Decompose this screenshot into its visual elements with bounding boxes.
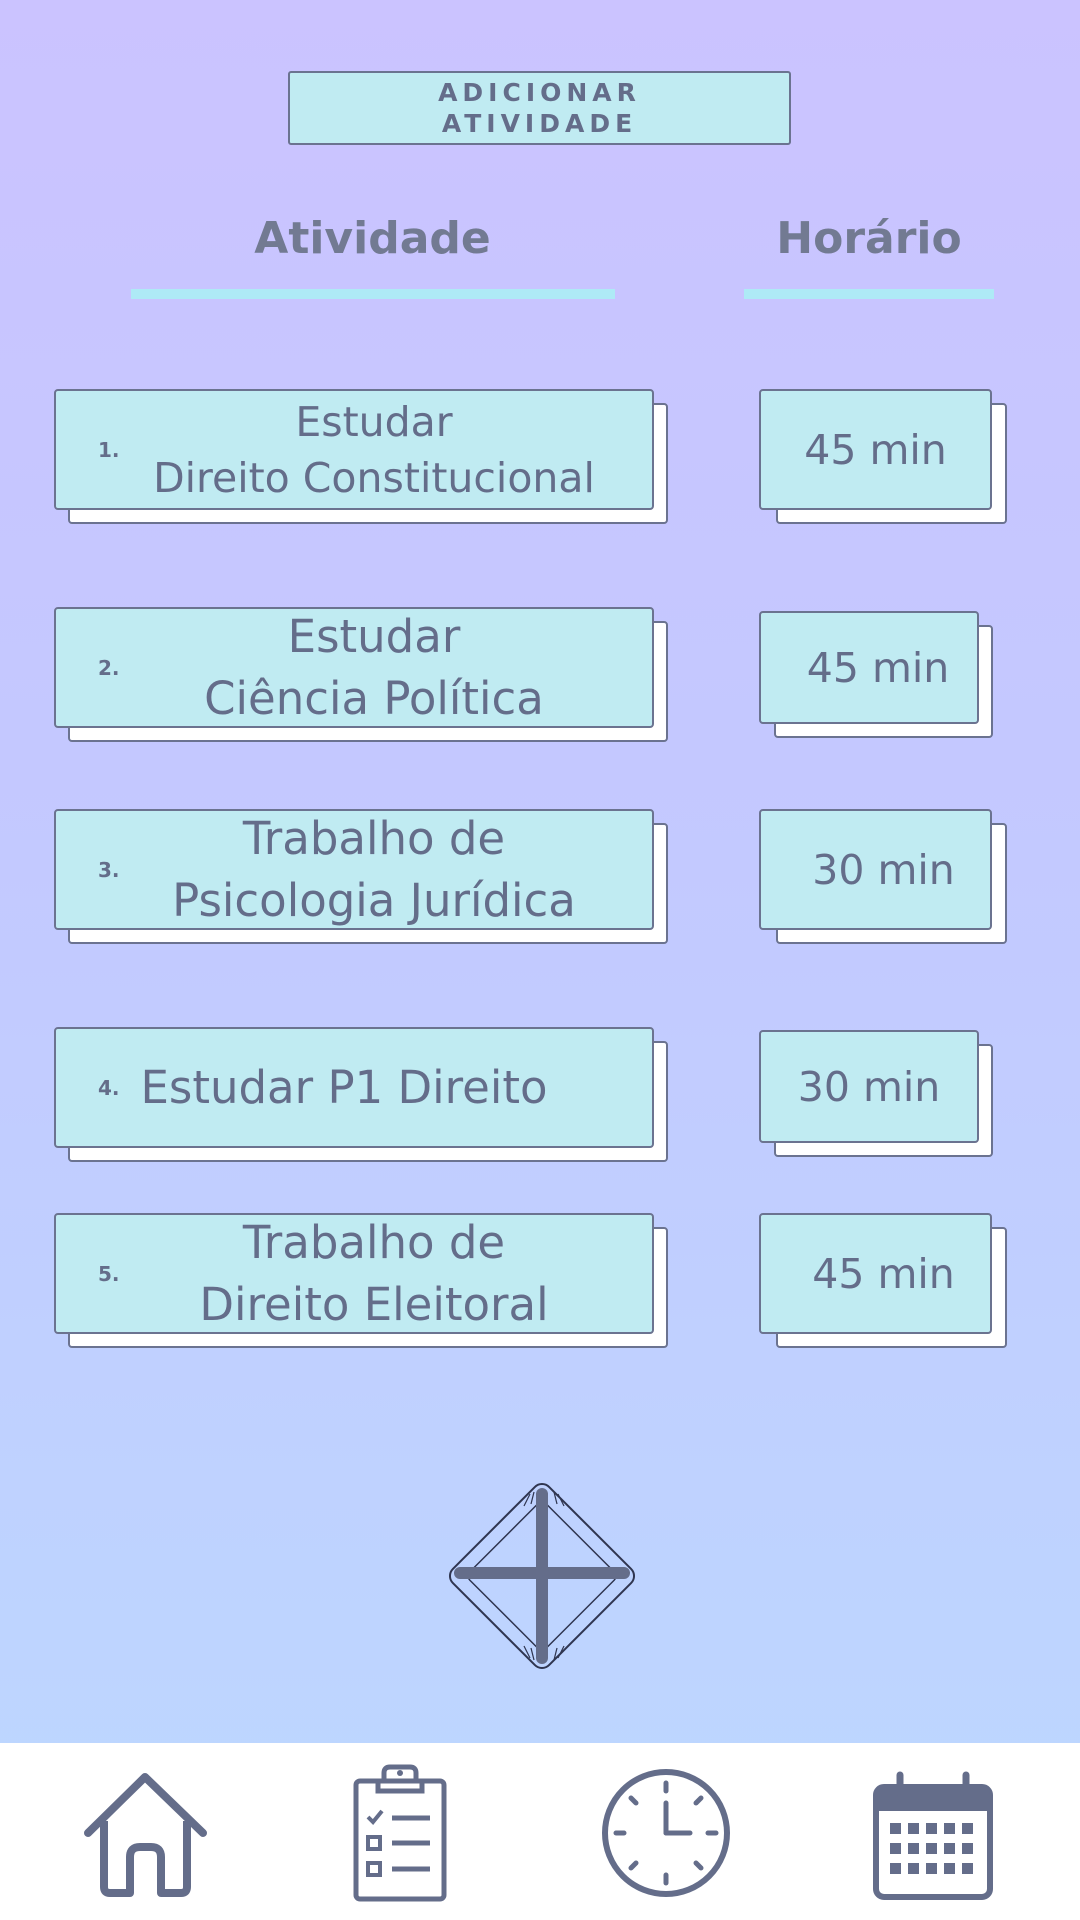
clock-icon[interactable] xyxy=(600,1767,732,1899)
activity-card-5[interactable]: 5. Trabalho de Direito Eleitoral xyxy=(54,1213,668,1348)
bottom-navigation xyxy=(0,1743,1080,1920)
activity-label: Estudar P1 Direito xyxy=(140,1060,548,1114)
activity-card-1[interactable]: 1. Estudar Direito Constitucional xyxy=(54,389,668,524)
activity-column-header: Atividade xyxy=(254,213,491,264)
time-label: 45 min xyxy=(812,1249,955,1298)
activity-number: 1. xyxy=(98,437,120,462)
activity-label: Estudar Direito Constitucional xyxy=(153,397,595,502)
activity-header-underline xyxy=(131,289,615,299)
time-card-3[interactable]: 30 min xyxy=(759,809,1007,944)
activity-card-4[interactable]: 4. Estudar P1 Direito xyxy=(54,1027,668,1162)
clipboard-checklist-icon[interactable] xyxy=(350,1761,450,1903)
time-card-2[interactable]: 45 min xyxy=(759,611,993,738)
activity-number: 5. xyxy=(98,1261,120,1286)
activity-label: Estudar Ciência Política xyxy=(204,609,544,725)
time-label: 30 min xyxy=(797,1062,941,1111)
activity-number: 4. xyxy=(98,1075,120,1100)
time-column-header: Horário xyxy=(776,213,962,264)
plus-icon xyxy=(448,1482,636,1670)
home-icon[interactable] xyxy=(78,1765,213,1900)
activity-card-3[interactable]: 3. Trabalho de Psicologia Jurídica xyxy=(54,809,668,944)
time-card-1[interactable]: 45 min xyxy=(759,389,1007,524)
activity-card-2[interactable]: 2. Estudar Ciência Política xyxy=(54,607,668,742)
activity-label: Trabalho de Direito Eleitoral xyxy=(199,1215,549,1331)
activity-label: Trabalho de Psicologia Jurídica xyxy=(172,811,576,927)
time-card-5[interactable]: 45 min xyxy=(759,1213,1007,1348)
add-activity-plus-button[interactable] xyxy=(434,1468,650,1684)
calendar-icon[interactable] xyxy=(872,1771,994,1901)
time-card-4[interactable]: 30 min xyxy=(759,1030,993,1157)
activity-number: 2. xyxy=(98,655,120,680)
time-label: 30 min xyxy=(812,845,955,894)
time-label: 45 min xyxy=(806,643,950,692)
add-activity-button[interactable]: ADICIONAR ATIVIDADE xyxy=(288,71,791,145)
time-label: 45 min xyxy=(804,425,947,474)
activity-number: 3. xyxy=(98,857,120,882)
time-header-underline xyxy=(744,289,994,299)
